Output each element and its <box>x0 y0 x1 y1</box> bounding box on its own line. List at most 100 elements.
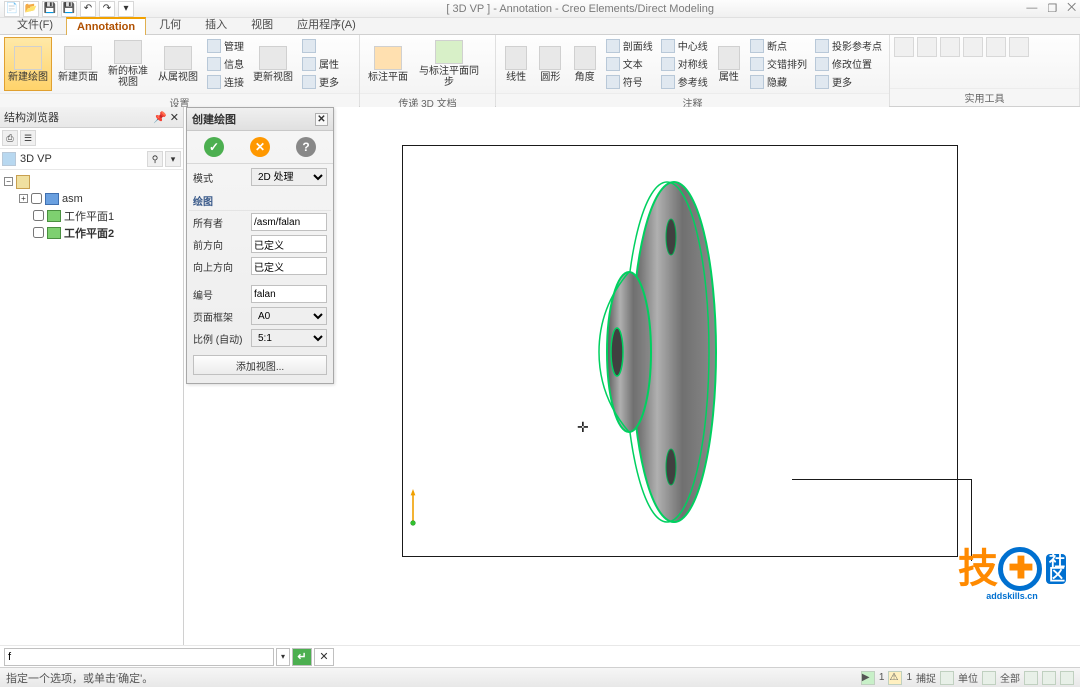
front-field[interactable] <box>251 235 327 253</box>
pattern-icon <box>750 57 764 71</box>
number-field[interactable] <box>251 285 327 303</box>
linear-dim-button[interactable]: 线性 <box>500 37 532 91</box>
info-button[interactable]: 信息 <box>204 55 247 72</box>
panel-pin-icon[interactable]: 📌 ✕ <box>153 111 179 124</box>
title-block <box>792 479 972 561</box>
manage-button[interactable]: 管理 <box>204 37 247 54</box>
add-view-button[interactable]: 添加视图... <box>193 355 327 375</box>
status-unit[interactable]: 单位 <box>958 670 978 685</box>
dialog-help-button[interactable]: ? <box>296 137 316 157</box>
new-drawing-button[interactable]: 新建绘图 <box>4 37 52 91</box>
tab-insert[interactable]: 插入 <box>194 13 238 34</box>
tab-app[interactable]: 应用程序(A) <box>286 13 367 34</box>
browser-btn-2[interactable]: ☰ <box>20 130 36 146</box>
close-icon[interactable]: ⨉ <box>1067 2 1076 15</box>
text-button[interactable]: 文本 <box>603 55 656 72</box>
cmd-history-dropdown[interactable]: ▾ <box>276 648 290 666</box>
browser-btn-1[interactable]: ⎙ <box>2 130 18 146</box>
dep-view-button[interactable]: 从属视图 <box>154 37 202 91</box>
wp2-checkbox[interactable] <box>33 227 44 238</box>
symbol-button[interactable]: 符号 <box>603 73 656 90</box>
owner-label: 所有者 <box>193 215 247 230</box>
tool-1[interactable] <box>894 37 914 57</box>
owner-field[interactable] <box>251 213 327 231</box>
more-button[interactable]: 更多 <box>299 73 342 90</box>
projref-button[interactable]: 投影参考点 <box>812 37 885 54</box>
mode-select[interactable]: 2D 处理 <box>251 168 327 186</box>
status-snap[interactable]: 捕捉 <box>916 670 936 685</box>
link-button[interactable]: 连接 <box>204 73 247 90</box>
more2-button[interactable]: 更多 <box>812 73 885 90</box>
wp1-checkbox[interactable] <box>33 210 44 221</box>
menu-file[interactable]: 文件(F) <box>6 13 64 34</box>
filter-icon[interactable]: ⚲ <box>147 151 163 167</box>
tool-4[interactable] <box>963 37 983 57</box>
command-input[interactable] <box>4 648 274 666</box>
asm-checkbox[interactable] <box>31 193 42 204</box>
qat-undo-icon[interactable]: ↶ <box>80 1 96 17</box>
anno-plane-button[interactable]: 标注平面 <box>364 37 412 91</box>
tab-annotation[interactable]: Annotation <box>66 17 146 35</box>
symline-label: 对称线 <box>678 56 708 71</box>
pattern-button[interactable]: 交错排列 <box>747 55 810 72</box>
section-button[interactable]: 剖面线 <box>603 37 656 54</box>
status-c-icon[interactable] <box>1060 671 1074 685</box>
sync-label: 与标注平面同步 <box>415 66 483 88</box>
tool-5[interactable] <box>986 37 1006 57</box>
tree-row-asm[interactable]: + asm <box>2 190 181 207</box>
props-button[interactable]: 属性 <box>299 55 342 72</box>
symline-icon <box>661 57 675 71</box>
dialog-close-icon[interactable]: ✕ <box>315 113 328 126</box>
tool-6[interactable] <box>1009 37 1029 57</box>
status-unit-icon[interactable] <box>982 671 996 685</box>
modifypos-button[interactable]: 修改位置 <box>812 55 885 72</box>
center-button[interactable]: 中心线 <box>658 37 711 54</box>
circular-dim-button[interactable]: 圆形 <box>534 37 566 91</box>
status-all[interactable]: 全部 <box>1000 670 1020 685</box>
qat-redo-icon[interactable]: ↷ <box>99 1 115 17</box>
expander-icon[interactable]: + <box>19 194 28 203</box>
breakpt-label: 断点 <box>767 38 787 53</box>
maximize-icon[interactable]: ❐ <box>1047 2 1057 15</box>
status-b-icon[interactable] <box>1042 671 1056 685</box>
cmd-enter-button[interactable]: ↵ <box>292 648 312 666</box>
filter-drop-icon[interactable]: ▾ <box>165 151 181 167</box>
hide-label: 隐藏 <box>767 74 787 89</box>
plus-icon: ✚ <box>998 547 1042 591</box>
sync-button[interactable]: 与标注平面同步 <box>414 37 484 91</box>
tree-root[interactable]: 3D VP <box>20 153 52 165</box>
scale-select[interactable]: 5:1 <box>251 329 327 347</box>
dialog-cancel-button[interactable]: ✕ <box>250 137 270 157</box>
minimize-icon[interactable]: — <box>1026 2 1037 15</box>
status-snap-icon[interactable] <box>940 671 954 685</box>
symline-button[interactable]: 对称线 <box>658 55 711 72</box>
up-field[interactable] <box>251 257 327 275</box>
hide-button[interactable]: 隐藏 <box>747 73 810 90</box>
tab-geometry[interactable]: 几何 <box>148 13 192 34</box>
tool-3[interactable] <box>940 37 960 57</box>
tool-2[interactable] <box>917 37 937 57</box>
anno-props-button[interactable]: 属性 <box>713 37 745 91</box>
new-std-view-button[interactable]: 新的标准视图 <box>104 37 152 91</box>
new-page-button[interactable]: 新建页面 <box>54 37 102 91</box>
tab-view[interactable]: 视图 <box>240 13 284 34</box>
delete-button[interactable] <box>299 37 342 54</box>
status-warn-icon[interactable]: ⚠ <box>888 671 902 685</box>
angle-dim-button[interactable]: 角度 <box>569 37 601 91</box>
more2-icon <box>815 75 829 89</box>
breakpt-button[interactable]: 断点 <box>747 37 810 54</box>
asm-label: asm <box>62 193 83 205</box>
tree-row-wp1[interactable]: 工作平面1 <box>2 207 181 224</box>
update-view-button[interactable]: 更新视图 <box>249 37 297 91</box>
status-play-icon[interactable]: ▶ <box>861 671 875 685</box>
tree-row-wp2[interactable]: 工作平面2 <box>2 224 181 241</box>
frame-select[interactable]: A0 <box>251 307 327 325</box>
refline-button[interactable]: 参考线 <box>658 73 711 90</box>
expander-icon[interactable]: − <box>4 177 13 186</box>
gear-icon <box>207 39 221 53</box>
status-a-icon[interactable] <box>1024 671 1038 685</box>
qat-dropdown-icon[interactable]: ▾ <box>118 1 134 17</box>
dialog-ok-button[interactable]: ✓ <box>204 137 224 157</box>
tree-row-root[interactable]: − <box>2 173 181 190</box>
cmd-cancel-button[interactable]: ✕ <box>314 648 334 666</box>
